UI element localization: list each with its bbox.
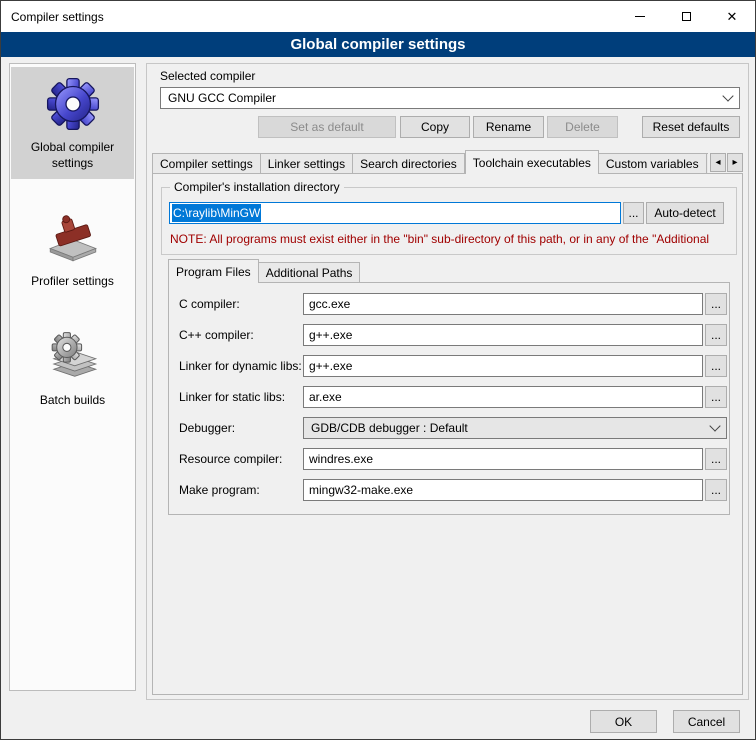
reset-defaults-button[interactable]: Reset defaults [642,116,740,138]
tab-linker-settings[interactable]: Linker settings [261,153,353,174]
tab-scroll-arrows: ◂ ▸ [710,153,743,172]
titlebar: Compiler settings ✕ [1,1,755,32]
sidebar-item-global-compiler-settings[interactable]: Global compiler settings [11,67,134,179]
install-dir-browse-button[interactable]: ... [623,202,644,224]
tab-scroll-left-button[interactable]: ◂ [710,153,726,172]
field-label: Linker for dynamic libs: [179,359,302,373]
compiler-settings-window: Compiler settings ✕ Global compiler sett… [0,0,756,740]
selected-text: C:\raylib\MinGW [172,204,261,222]
minimize-icon [635,16,645,17]
page-title: Global compiler settings [1,32,755,57]
toolchain-executables-page: Compiler's installation directory C:\ray… [152,173,743,695]
window-controls: ✕ [617,1,755,32]
static-linker-input[interactable] [303,386,703,408]
dynamic-linker-browse-button[interactable]: ... [705,355,727,377]
blue-gear-icon [44,75,102,133]
c-compiler-browse-button[interactable]: ... [705,293,727,315]
settings-sidebar: Global compiler settings Profiler settin… [9,63,136,691]
resource-compiler-input[interactable] [303,448,703,470]
chevron-down-icon [709,420,720,431]
dynamic-linker-input[interactable] [303,355,703,377]
main-panel: Selected compiler GNU GCC Compiler Set a… [146,63,749,700]
c-compiler-input[interactable] [303,293,703,315]
install-dir-input[interactable]: C:\raylib\MinGW [169,202,621,224]
maximize-button[interactable] [663,1,709,32]
tab-compiler-settings[interactable]: Compiler settings [152,153,261,174]
copy-button[interactable]: Copy [400,116,470,138]
selected-compiler-label: Selected compiler [160,69,255,83]
field-row-cpp-compiler: C++ compiler: ... [169,324,729,346]
selected-compiler-dropdown[interactable]: GNU GCC Compiler [160,87,740,109]
field-row-dynamic-linker: Linker for dynamic libs: ... [169,355,729,377]
program-files-page: C compiler: ... C++ compiler: ... Linker… [168,282,730,515]
tab-strip: Compiler settings Linker settings Search… [152,150,743,174]
maximize-icon [682,12,691,21]
profiler-tool-icon [44,209,102,267]
install-dir-row: C:\raylib\MinGW ... Auto-detect [169,202,724,224]
static-linker-browse-button[interactable]: ... [705,386,727,408]
field-row-make-program: Make program: ... [169,479,729,501]
auto-detect-button[interactable]: Auto-detect [646,202,724,224]
chevron-down-icon [722,90,733,101]
cpp-compiler-browse-button[interactable]: ... [705,324,727,346]
field-row-resource-compiler: Resource compiler: ... [169,448,729,470]
delete-button[interactable]: Delete [547,116,618,138]
cpp-compiler-input[interactable] [303,324,703,346]
tab-build-options[interactable]: Buil [707,153,708,174]
field-label: C compiler: [179,297,240,311]
tab-custom-variables[interactable]: Custom variables [599,153,707,174]
field-label: Make program: [179,483,260,497]
field-row-debugger: Debugger: GDB/CDB debugger : Default [169,417,729,439]
tab-search-directories[interactable]: Search directories [353,153,465,174]
sidebar-item-label: Batch builds [40,393,105,409]
make-program-browse-button[interactable]: ... [705,479,727,501]
sidebar-item-label: Profiler settings [31,274,114,290]
cancel-button[interactable]: Cancel [673,710,740,733]
make-program-input[interactable] [303,479,703,501]
field-label: C++ compiler: [179,328,254,342]
close-button[interactable]: ✕ [709,1,755,32]
field-label: Resource compiler: [179,452,282,466]
subtab-program-files[interactable]: Program Files [168,259,259,283]
rename-button[interactable]: Rename [473,116,544,138]
subtab-strip: Program Files Additional Paths [168,259,360,283]
install-dir-groupbox: Compiler's installation directory C:\ray… [161,187,737,255]
set-as-default-button[interactable]: Set as default [258,116,396,138]
tab-scroll-right-button[interactable]: ▸ [727,153,743,172]
install-dir-group-label: Compiler's installation directory [170,180,344,194]
bin-subdirectory-note: NOTE: All programs must exist either in … [170,232,709,246]
sidebar-item-profiler-settings[interactable]: Profiler settings [11,201,134,298]
debugger-value: GDB/CDB debugger : Default [311,421,468,435]
tabs-scroller: Compiler settings Linker settings Search… [152,150,708,174]
debugger-dropdown[interactable]: GDB/CDB debugger : Default [303,417,727,439]
field-row-c-compiler: C compiler: ... [169,293,729,315]
field-row-static-linker: Linker for static libs: ... [169,386,729,408]
sidebar-item-batch-builds[interactable]: Batch builds [11,320,134,417]
selected-compiler-value: GNU GCC Compiler [168,91,276,105]
resource-compiler-browse-button[interactable]: ... [705,448,727,470]
arrow-left-icon: ◂ [715,157,720,168]
sidebar-item-label: Global compiler settings [14,140,131,171]
minimize-button[interactable] [617,1,663,32]
window-title: Compiler settings [1,10,104,24]
field-label: Debugger: [179,421,235,435]
arrow-right-icon: ▸ [732,157,737,168]
ok-button[interactable]: OK [590,710,657,733]
gray-gear-stack-icon [44,328,102,386]
close-icon: ✕ [727,10,738,23]
tab-toolchain-executables[interactable]: Toolchain executables [465,150,599,174]
subtab-additional-paths[interactable]: Additional Paths [259,262,361,283]
field-label: Linker for static libs: [179,390,285,404]
